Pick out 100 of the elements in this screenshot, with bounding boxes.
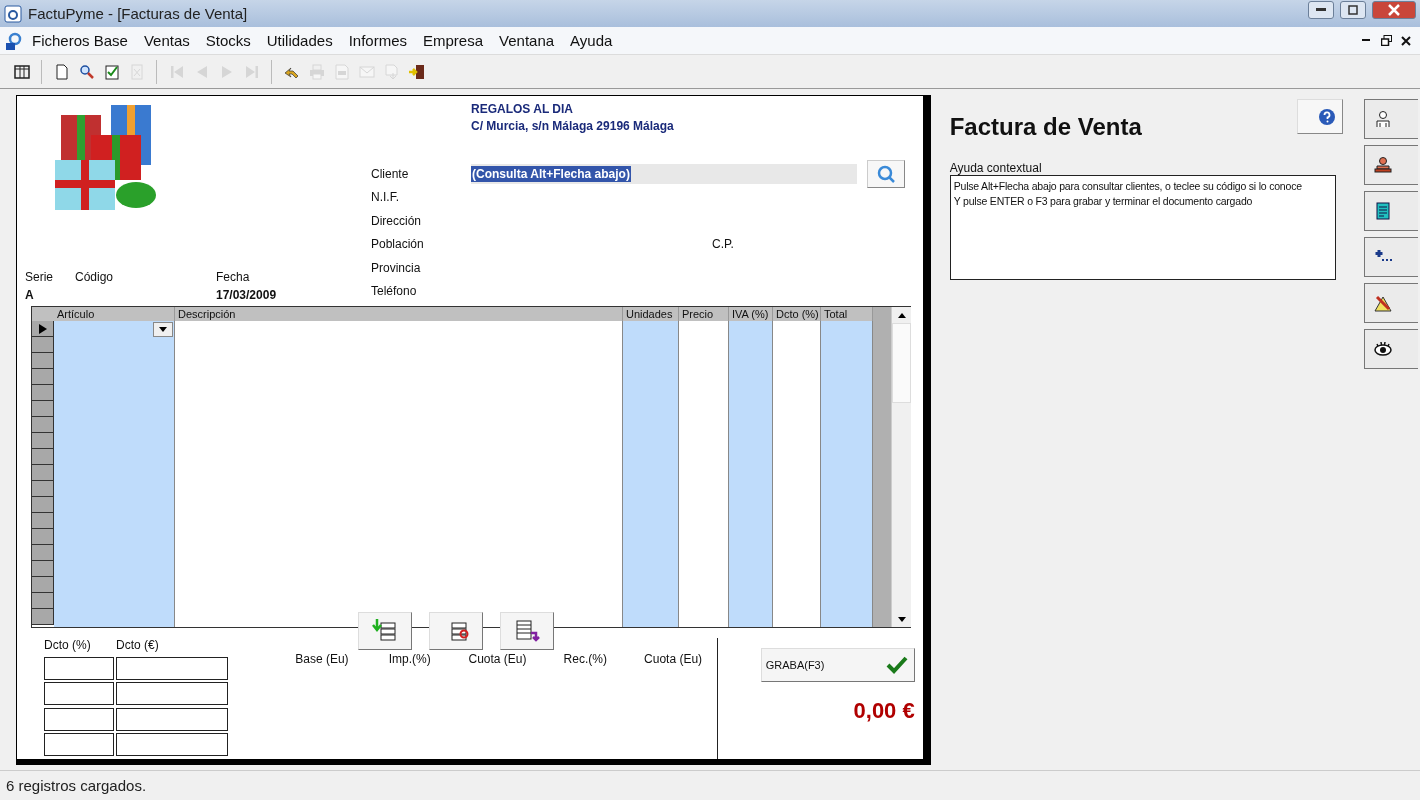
document-logo-icon: [4, 30, 24, 51]
discount-field[interactable]: [44, 682, 114, 706]
search-icon: [77, 62, 96, 81]
printer-icon: [307, 62, 326, 81]
field-value: 17/03/2009: [216, 288, 278, 302]
row-indicator[interactable]: [32, 497, 54, 513]
help-button[interactable]: [1297, 99, 1344, 134]
current-row-icon: [38, 323, 47, 334]
row-indicator[interactable]: [32, 433, 54, 449]
discount-field[interactable]: [44, 707, 114, 731]
side-button[interactable]: [1364, 145, 1419, 185]
discount-field[interactable]: [116, 656, 228, 680]
tax-label: Cuota (Eu): [467, 652, 528, 668]
help-label: Ayuda contextual: [949, 161, 1043, 175]
close-icon: [1388, 3, 1400, 16]
row-action-button[interactable]: [429, 612, 483, 650]
row-indicator[interactable]: [32, 337, 54, 353]
row-indicator[interactable]: [32, 561, 54, 577]
menu-item[interactable]: Ficheros Base: [24, 32, 136, 49]
scrollbar[interactable]: [891, 307, 911, 627]
discount-field[interactable]: [44, 656, 114, 680]
help-text: Pulse Alt+Flecha abajo para consultar clientes, o teclee su código si lo conoce: [953, 180, 1303, 192]
minimize-icon: [1362, 39, 1370, 42]
close-icon: [1401, 35, 1411, 46]
search-button[interactable]: [867, 159, 905, 188]
document-arrow-icon: [382, 62, 401, 81]
menu-item[interactable]: Ventana: [491, 32, 563, 49]
pdf-document-icon: [332, 62, 351, 81]
menu-item[interactable]: Informes: [340, 32, 415, 49]
tax-label: Base (Eu): [294, 652, 350, 668]
company-address: C/ Murcia, s/n Málaga 29196 Málaga: [471, 119, 675, 133]
discount-field[interactable]: [116, 733, 228, 757]
field-label: Provincia: [371, 260, 422, 275]
exit-door-icon: [407, 62, 426, 81]
company-name: REGALOS AL DIA: [471, 102, 574, 116]
side-button[interactable]: [1364, 329, 1419, 369]
help-text: Y pulse ENTER o F3 para grabar y terminar el documento cargado: [953, 195, 1254, 207]
tax-label: Cuota (Eu): [643, 652, 704, 668]
discount-field[interactable]: [116, 707, 228, 731]
customer-field[interactable]: (Consulta Alt+Flecha abajo): [471, 163, 857, 184]
eye-icon: [1373, 339, 1394, 359]
field-label: Teléfono: [371, 284, 418, 299]
row-indicator[interactable]: [32, 465, 54, 481]
app-logo-icon: [4, 4, 22, 23]
discount-field[interactable]: [116, 682, 228, 706]
row-indicator[interactable]: [32, 449, 54, 465]
field-label: Fecha: [216, 270, 251, 284]
header-filler: [873, 307, 891, 321]
column-header: Dcto (€): [116, 638, 160, 654]
save-button[interactable]: GRABA(F3): [760, 648, 915, 682]
column-header: Dcto (%): [44, 638, 92, 654]
row-indicator[interactable]: [32, 545, 54, 561]
row-indicator[interactable]: [32, 481, 54, 497]
menu-item[interactable]: Ventas: [135, 32, 198, 49]
caret-icon: [159, 327, 167, 332]
field-label: Cliente: [371, 166, 410, 181]
row-indicator[interactable]: [32, 609, 54, 625]
minimize-icon: [1316, 7, 1326, 12]
checkmark-icon: [885, 656, 908, 674]
window-title: FactuPyme - [Facturas de Venta]: [28, 5, 249, 22]
field-value: A: [25, 288, 35, 302]
row-indicator[interactable]: [32, 417, 54, 433]
field-label: N.I.F.: [371, 190, 400, 205]
restore-icon: [1380, 35, 1392, 46]
field-label: C.P.: [712, 237, 734, 252]
search-icon: [876, 163, 896, 184]
tax-label: Imp.(%): [387, 652, 432, 668]
row-indicator[interactable]: [32, 369, 54, 385]
row-indicator[interactable]: [32, 401, 54, 417]
menu-item[interactable]: Stocks: [197, 32, 259, 49]
tax-label: Rec.(%): [562, 652, 608, 668]
maximize-button[interactable]: [1340, 0, 1366, 19]
panel-title: Factura de Venta: [949, 113, 1142, 141]
person-at-desk-icon: [1373, 155, 1394, 175]
scroll-down-icon: [897, 616, 906, 622]
row-indicator[interactable]: [32, 529, 54, 545]
row-action-button[interactable]: [358, 612, 412, 650]
table-icon: [12, 62, 31, 81]
status-text: 6 registros cargados.: [6, 777, 147, 794]
menu-item[interactable]: Empresa: [415, 32, 492, 49]
menu-item[interactable]: Ayuda: [562, 32, 621, 49]
field-label: Población: [371, 237, 425, 252]
discount-field[interactable]: [44, 733, 114, 757]
field-label: Código: [75, 270, 115, 284]
help-icon: [1318, 107, 1337, 126]
menu-item[interactable]: Utilidades: [258, 32, 341, 49]
field-label: Dirección: [371, 213, 422, 228]
row-indicator[interactable]: [32, 385, 54, 401]
checklist-icon: [102, 62, 121, 81]
invoice-total: 0,00 €: [853, 698, 915, 724]
row-indicator[interactable]: [32, 577, 54, 593]
scroll-thumb[interactable]: [892, 323, 911, 403]
row-action-button[interactable]: [500, 612, 554, 650]
maximize-icon: [1348, 4, 1358, 15]
dropdown-button[interactable]: [153, 322, 173, 337]
row-indicator[interactable]: [32, 321, 54, 337]
minimize-button[interactable]: [1308, 0, 1334, 19]
row-indicator[interactable]: [32, 513, 54, 529]
row-indicator[interactable]: [32, 593, 54, 609]
row-indicator[interactable]: [32, 353, 54, 369]
